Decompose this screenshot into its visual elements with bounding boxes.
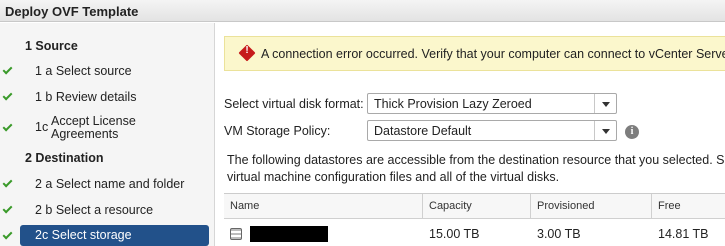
step-label: 1 a Select source — [35, 64, 132, 78]
step-label: 1 Source — [25, 39, 78, 53]
column-header-name[interactable]: Name — [230, 200, 259, 212]
disk-format-select[interactable]: Thick Provision Lazy Zeroed — [367, 93, 617, 114]
storage-policy-select[interactable]: Datastore Default — [367, 120, 617, 141]
column-divider[interactable] — [651, 194, 652, 219]
redacted-datastore-name — [250, 226, 328, 242]
column-divider[interactable] — [422, 194, 423, 219]
step-label: 2 b Select a resource — [35, 203, 154, 217]
connection-error-alert: ! A connection error occurred. Verify th… — [224, 36, 725, 71]
check-icon — [2, 64, 13, 75]
description-line: virtual machine configuration files and … — [227, 170, 560, 184]
step-accept-license[interactable]: 1c Accept License Agreements — [0, 115, 212, 145]
description-line: The following datastores are accessible … — [227, 153, 725, 167]
cell-capacity: 15.00 TB — [429, 227, 480, 241]
step-label: Accept License Agreements — [51, 114, 136, 141]
cell-free: 14.81 TB — [658, 227, 709, 241]
column-header-free[interactable]: Free — [658, 200, 681, 212]
check-icon — [2, 177, 13, 188]
disk-format-label: Select virtual disk format: — [224, 97, 364, 111]
chevron-down-icon[interactable] — [594, 121, 616, 140]
check-icon — [2, 90, 13, 101]
wizard-steps-sidebar: 1 Source 1 a Select source 1 b Review de… — [0, 23, 215, 246]
cell-provisioned: 3.00 TB — [537, 227, 581, 241]
column-divider[interactable] — [530, 194, 531, 219]
datastore-table: Name Capacity Provisioned Free 15.00 TB … — [224, 193, 725, 246]
datastore-icon — [230, 228, 242, 240]
step-number: 1c — [35, 120, 49, 134]
alert-message: A connection error occurred. Verify that… — [261, 47, 725, 61]
info-icon[interactable]: i — [625, 125, 639, 139]
step-select-name-folder[interactable]: 2 a Select name and folder — [0, 173, 212, 197]
table-header: Name Capacity Provisioned Free — [224, 194, 725, 219]
step-select-source[interactable]: 1 a Select source — [0, 60, 212, 84]
step-source[interactable]: 1 Source — [0, 35, 212, 59]
check-icon — [2, 229, 13, 240]
step-label: 2 a Select name and folder — [35, 177, 185, 191]
step-label: 1 b Review details — [35, 90, 137, 104]
window-title: Deploy OVF Template — [0, 0, 725, 22]
storage-policy-label: VM Storage Policy: — [224, 124, 331, 138]
table-row[interactable]: 15.00 TB 3.00 TB 14.81 TB — [224, 219, 725, 246]
step-destination[interactable]: 2 Destination — [0, 147, 212, 171]
chevron-down-icon[interactable] — [594, 94, 616, 113]
step-select-resource[interactable]: 2 b Select a resource — [0, 199, 212, 223]
column-header-capacity[interactable]: Capacity — [429, 200, 472, 212]
main-content: ! A connection error occurred. Verify th… — [216, 23, 725, 246]
step-label: 2c Select storage — [35, 228, 132, 242]
check-icon — [2, 121, 13, 132]
step-label: 2 Destination — [25, 151, 104, 165]
datastore-description: The following datastores are accessible … — [227, 152, 725, 186]
disk-format-value: Thick Provision Lazy Zeroed — [374, 97, 532, 111]
error-icon-mark: ! — [245, 45, 249, 56]
storage-policy-value: Datastore Default — [374, 124, 472, 138]
step-select-storage[interactable]: 2c Select storage — [2, 225, 209, 246]
step-review-details[interactable]: 1 b Review details — [0, 86, 212, 110]
column-header-provisioned[interactable]: Provisioned — [537, 200, 594, 212]
check-icon — [2, 203, 13, 214]
